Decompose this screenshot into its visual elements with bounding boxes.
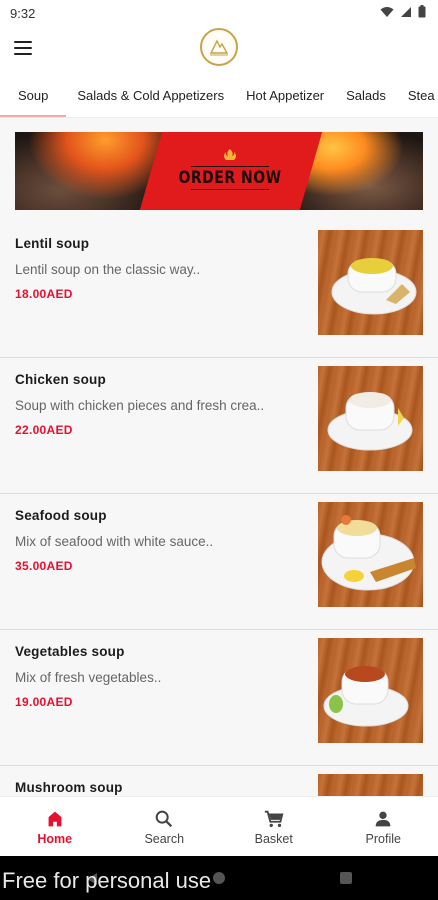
item-name: Seafood soup bbox=[15, 508, 107, 523]
menu-list[interactable]: ORDER NOW Lentil soup Lentil soup on the… bbox=[0, 118, 438, 796]
item-description: Mix of seafood with white sauce.. bbox=[15, 534, 214, 549]
cart-icon bbox=[264, 810, 284, 827]
menu-item[interactable]: Seafood soup Mix of seafood with white s… bbox=[0, 494, 438, 630]
system-navigation-bar: Free for personal use bbox=[0, 856, 438, 900]
app-header bbox=[0, 26, 438, 74]
banner-line-bottom bbox=[191, 189, 269, 190]
item-price: 19.00AED bbox=[15, 695, 73, 709]
nav-home[interactable]: Home bbox=[0, 797, 110, 856]
search-icon bbox=[155, 810, 173, 827]
tab-salads[interactable]: Salads bbox=[335, 74, 397, 117]
status-icons bbox=[380, 5, 426, 21]
menu-item[interactable]: Lentil soup Lentil soup on the classic w… bbox=[0, 222, 438, 358]
menu-item[interactable]: Chicken soup Soup with chicken pieces an… bbox=[0, 358, 438, 494]
restaurant-logo bbox=[200, 28, 238, 66]
signal-icon bbox=[400, 6, 412, 21]
nav-profile-label: Profile bbox=[365, 831, 401, 846]
hamburger-menu-icon[interactable] bbox=[14, 41, 32, 55]
recents-icon[interactable] bbox=[340, 872, 352, 884]
order-now-banner[interactable]: ORDER NOW bbox=[15, 132, 423, 210]
profile-icon bbox=[375, 811, 391, 826]
item-image bbox=[318, 230, 423, 335]
watermark-text: Free for personal use bbox=[2, 868, 212, 893]
item-price: 22.00AED bbox=[15, 423, 73, 437]
flame-icon bbox=[224, 149, 236, 160]
nav-profile[interactable]: Profile bbox=[329, 797, 438, 856]
item-description: Soup with chicken pieces and fresh crea.… bbox=[15, 398, 265, 413]
status-bar: 9:32 bbox=[0, 0, 438, 26]
status-time: 9:32 bbox=[10, 5, 36, 21]
item-name: Lentil soup bbox=[15, 236, 90, 251]
item-price: 35.00AED bbox=[15, 559, 73, 573]
tab-steaks[interactable]: Stea bbox=[397, 74, 438, 117]
nav-basket[interactable]: Basket bbox=[219, 797, 329, 856]
item-name: Vegetables soup bbox=[15, 644, 125, 659]
nav-search-label: Search bbox=[144, 831, 185, 846]
item-image bbox=[318, 366, 423, 471]
banner-line-top bbox=[191, 166, 269, 167]
item-description: Lentil soup on the classic way.. bbox=[15, 262, 201, 277]
nav-search[interactable]: Search bbox=[110, 797, 220, 856]
menu-item[interactable]: Mushroom soup bbox=[0, 766, 438, 796]
category-tabs: Soup Salads & Cold Appetizers Hot Appeti… bbox=[0, 74, 438, 118]
banner-text-block: ORDER NOW bbox=[165, 132, 295, 210]
nav-home-label: Home bbox=[37, 831, 73, 846]
item-image bbox=[318, 774, 423, 796]
tab-soup[interactable]: Soup bbox=[0, 74, 67, 117]
battery-icon bbox=[418, 5, 426, 21]
home-icon bbox=[48, 811, 62, 826]
tab-hot-appetizer[interactable]: Hot Appetizer bbox=[235, 74, 335, 117]
item-image bbox=[318, 502, 423, 607]
item-price: 18.00AED bbox=[15, 287, 73, 301]
order-now-text: ORDER NOW bbox=[178, 168, 282, 188]
item-description: Mix of fresh vegetables.. bbox=[15, 670, 162, 685]
menu-item[interactable]: Vegetables soup Mix of fresh vegetables.… bbox=[0, 630, 438, 766]
item-image bbox=[318, 638, 423, 743]
home-circle-icon[interactable] bbox=[213, 872, 225, 884]
item-name: Chicken soup bbox=[15, 372, 106, 387]
tab-salads-cold-appetizers[interactable]: Salads & Cold Appetizers bbox=[66, 74, 235, 117]
bottom-navigation: Home Search Basket Profile bbox=[0, 796, 438, 856]
wifi-icon bbox=[380, 6, 394, 21]
item-name: Mushroom soup bbox=[15, 780, 123, 795]
nav-basket-label: Basket bbox=[254, 831, 293, 846]
